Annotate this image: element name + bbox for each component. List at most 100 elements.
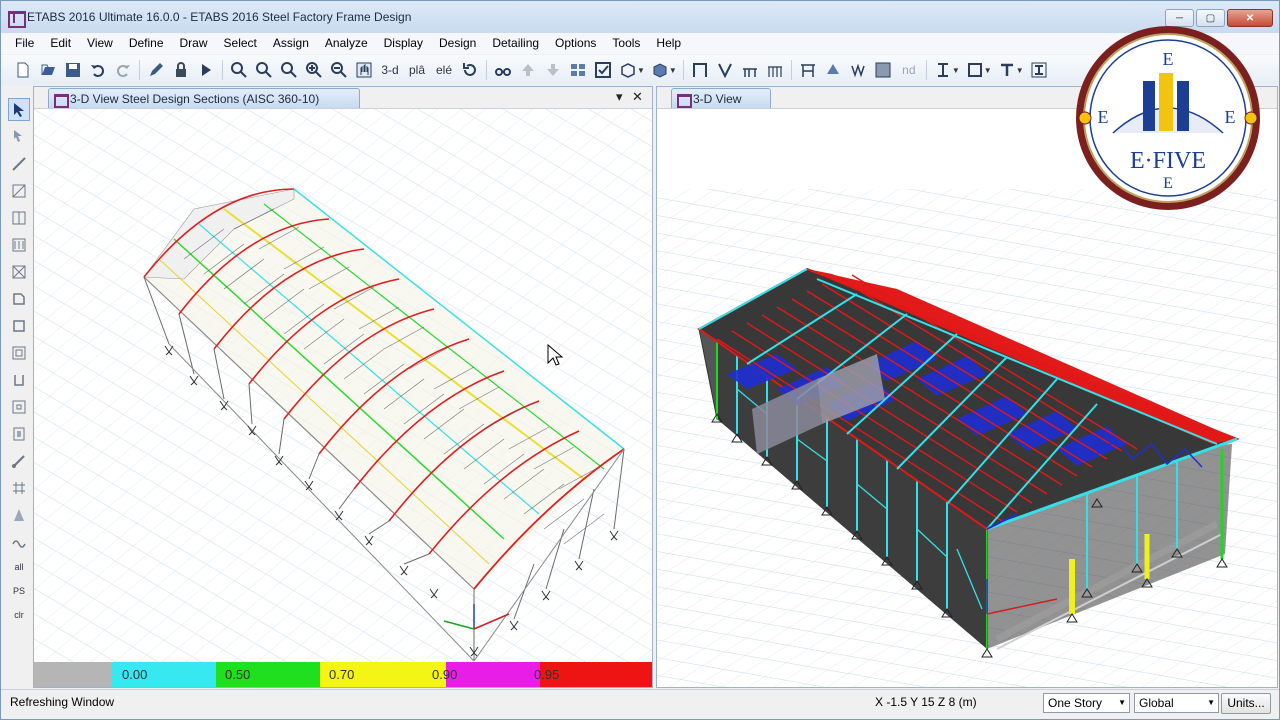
- joist-icon[interactable]: [763, 58, 787, 82]
- perspective-icon[interactable]: [491, 58, 515, 82]
- lock-icon[interactable]: [169, 58, 193, 82]
- save-icon[interactable]: [61, 58, 85, 82]
- view-plan-button[interactable]: plâ: [404, 63, 430, 77]
- pencil-icon[interactable]: [144, 58, 168, 82]
- pan-icon[interactable]: [352, 58, 376, 82]
- display-options-icon[interactable]: [566, 58, 590, 82]
- menu-select[interactable]: Select: [216, 33, 265, 54]
- view-3d-button[interactable]: 3-d: [377, 63, 403, 77]
- zoom-out-icon[interactable]: [327, 58, 351, 82]
- draw-line-icon[interactable]: [8, 152, 30, 175]
- wall-icon[interactable]: [796, 58, 820, 82]
- draw-opening-icon[interactable]: [8, 395, 30, 418]
- legend-label-4: 0.95: [534, 667, 560, 682]
- efive-logo: E·FIVE E E E E: [1076, 26, 1260, 210]
- draw-brace-icon[interactable]: [8, 233, 30, 256]
- units-button[interactable]: Units...: [1221, 693, 1271, 714]
- redo-icon[interactable]: [111, 58, 135, 82]
- chevron-down-icon: ▼: [1207, 698, 1215, 707]
- legend-label-3: 0.90: [432, 667, 458, 682]
- draw-wall-icon[interactable]: [8, 368, 30, 391]
- draw-rect-area-icon[interactable]: [8, 314, 30, 337]
- menu-display[interactable]: Display: [376, 33, 431, 54]
- view-elevation-button[interactable]: elé: [431, 63, 457, 77]
- menu-file[interactable]: File: [7, 33, 42, 54]
- joint-icon[interactable]: [821, 58, 845, 82]
- restore-view-icon[interactable]: [252, 58, 276, 82]
- tab-steel-design-label: 3-D View Steel Design Sections (AISC 360…: [70, 91, 320, 106]
- tab-3d-view-label: 3-D View: [693, 91, 742, 106]
- toolbar-separator: [486, 60, 487, 80]
- menu-analyze[interactable]: Analyze: [317, 33, 376, 54]
- status-bar: Refreshing Window X -1.5 Y 15 Z 8 (m) On…: [1, 689, 1279, 719]
- menu-define[interactable]: Define: [121, 33, 172, 54]
- set-display-icon[interactable]: [591, 58, 615, 82]
- move-up-icon[interactable]: [516, 58, 540, 82]
- view-dropdown-icon[interactable]: ▾: [616, 89, 623, 105]
- draw-beam-icon[interactable]: [8, 179, 30, 202]
- cursor-coordinates: X -1.5 Y 15 Z 8 (m): [875, 695, 977, 709]
- i-section-box-icon[interactable]: [1027, 58, 1051, 82]
- move-down-icon[interactable]: [541, 58, 565, 82]
- chevron-down-icon[interactable]: ▼: [984, 66, 992, 75]
- support-icon[interactable]: [846, 58, 870, 82]
- menu-edit[interactable]: Edit: [42, 33, 79, 54]
- tab-steel-design-3d-view[interactable]: 3-D View Steel Design Sections (AISC 360…: [48, 88, 360, 108]
- grid-toggle-icon[interactable]: [871, 58, 895, 82]
- legend-segment-magenta: [446, 662, 540, 687]
- draw-dimension-icon[interactable]: [8, 503, 30, 526]
- clear-select-button[interactable]: clr: [14, 605, 24, 625]
- menu-draw[interactable]: Draw: [172, 33, 216, 54]
- coordinate-system-select[interactable]: Global ▼: [1134, 693, 1219, 713]
- quick-area-icon[interactable]: [8, 341, 30, 364]
- menu-assign[interactable]: Assign: [265, 33, 317, 54]
- chevron-down-icon[interactable]: ▼: [637, 66, 645, 75]
- view-window-icon: [676, 93, 692, 108]
- undo-icon[interactable]: [86, 58, 110, 82]
- story-select[interactable]: One Story ▼: [1043, 693, 1130, 713]
- tab-3d-view[interactable]: 3-D View: [671, 88, 771, 108]
- previous-select-button[interactable]: PS: [13, 581, 25, 601]
- draw-tendon-icon[interactable]: [8, 530, 30, 553]
- open-model-icon[interactable]: [36, 58, 60, 82]
- chevron-down-icon[interactable]: ▼: [952, 66, 960, 75]
- menu-tools[interactable]: Tools: [604, 33, 648, 54]
- zoom-window-icon[interactable]: [227, 58, 251, 82]
- menu-detailing[interactable]: Detailing: [484, 33, 547, 54]
- menu-help[interactable]: Help: [648, 33, 689, 54]
- nd-button[interactable]: nd: [896, 63, 922, 77]
- select-all-button[interactable]: all: [14, 557, 23, 577]
- zoom-in-icon[interactable]: [302, 58, 326, 82]
- chevron-down-icon[interactable]: ▼: [1016, 66, 1024, 75]
- brace-icon[interactable]: [713, 58, 737, 82]
- left-view-header: 3-D View Steel Design Sections (AISC 360…: [34, 87, 652, 109]
- frame-icon[interactable]: [688, 58, 712, 82]
- stress-ratio-legend: 0.00 0.50 0.70 0.90 0.95: [34, 662, 652, 687]
- legend-label-2: 0.70: [329, 667, 355, 682]
- steel-design-3d-viewport[interactable]: [34, 109, 652, 662]
- new-model-icon[interactable]: [11, 58, 35, 82]
- legend-label-0: 0.00: [122, 667, 148, 682]
- toolbar-separator: [790, 60, 792, 80]
- pointer-icon[interactable]: [8, 98, 30, 121]
- toolbar-separator: [139, 60, 140, 80]
- menu-view[interactable]: View: [79, 33, 121, 54]
- draw-area-icon[interactable]: [8, 287, 30, 310]
- run-analysis-icon[interactable]: [194, 58, 218, 82]
- etabs-window: ETABS 2016 Ultimate 16.0.0 - ETABS 2016 …: [0, 0, 1280, 720]
- menu-options[interactable]: Options: [547, 33, 604, 54]
- zoom-previous-icon[interactable]: [277, 58, 301, 82]
- draw-column-icon[interactable]: [8, 206, 30, 229]
- beam-icon[interactable]: [738, 58, 762, 82]
- reshape-icon[interactable]: [8, 125, 30, 148]
- story-select-value: One Story: [1048, 696, 1103, 710]
- draw-stair-icon[interactable]: [8, 422, 30, 445]
- etabs-app-icon[interactable]: [7, 9, 26, 28]
- draw-link-icon[interactable]: [8, 449, 30, 472]
- draw-grid-icon[interactable]: [8, 476, 30, 499]
- close-view-icon[interactable]: ✕: [632, 89, 643, 105]
- menu-design[interactable]: Design: [431, 33, 484, 54]
- rotate-view-icon[interactable]: [458, 58, 482, 82]
- chevron-down-icon[interactable]: ▼: [669, 66, 677, 75]
- draw-x-brace-icon[interactable]: [8, 260, 30, 283]
